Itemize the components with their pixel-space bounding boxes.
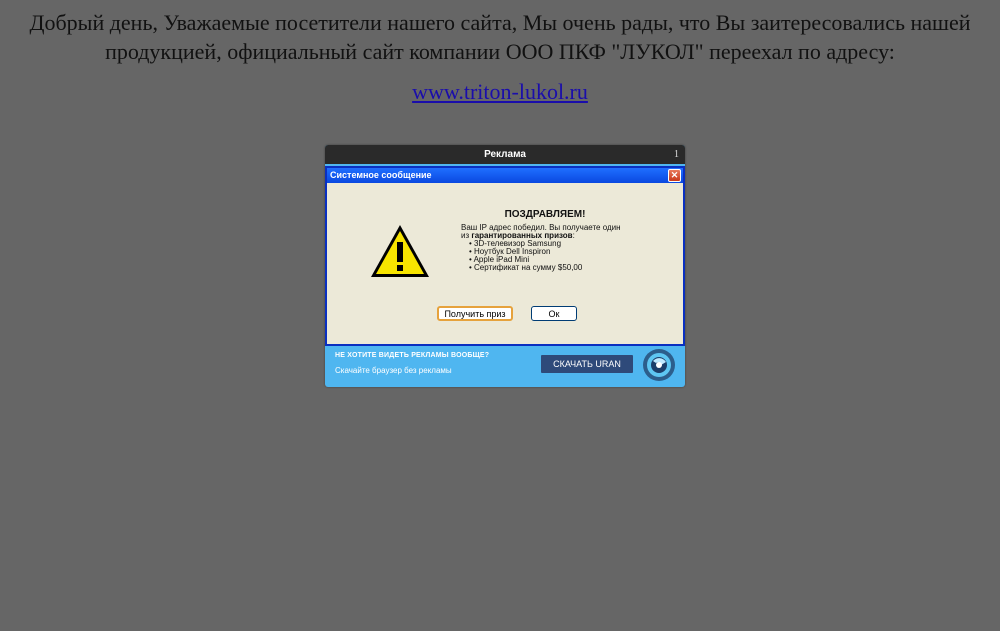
- warning-icon: [371, 225, 429, 277]
- new-site-link[interactable]: www.triton-lukol.ru: [412, 79, 588, 104]
- get-prize-button[interactable]: Получить приз: [437, 306, 513, 321]
- ok-button[interactable]: Ок: [531, 306, 577, 321]
- promo-subtitle[interactable]: Скачайте браузер без рекламы: [335, 366, 452, 375]
- dialog-title: Системное сообщение: [330, 170, 432, 180]
- message-line-2-suffix: :: [572, 231, 575, 240]
- download-uran-button[interactable]: СКАЧАТЬ URAN: [541, 355, 633, 373]
- prize-item: Сертификат на сумму $50,00: [469, 264, 661, 272]
- dialog-titlebar: Системное сообщение ✕: [327, 168, 683, 183]
- ad-popup: Реклама 1 Системное сообщение ✕ ПОЗДРАВЛ…: [325, 145, 685, 387]
- new-site-link-wrap: www.triton-lukol.ru: [0, 79, 1000, 105]
- promo-question[interactable]: НЕ ХОТИТЕ ВИДЕТЬ РЕКЛАМЫ ВООБЩЕ?: [335, 352, 489, 359]
- prize-message: ПОЗДРАВЛЯЕМ! Ваш IP адрес победил. Вы по…: [461, 209, 661, 272]
- dialog-close-icon[interactable]: ✕: [668, 169, 681, 182]
- ad-close-button[interactable]: 1: [674, 145, 679, 164]
- uran-logo-icon[interactable]: [642, 348, 676, 382]
- notice-line-1: Добрый день, Уважаемые посетители нашего…: [29, 10, 971, 35]
- dialog-body: ПОЗДРАВЛЯЕМ! Ваш IP адрес победил. Вы по…: [327, 183, 683, 344]
- ad-header: Реклама 1: [325, 145, 685, 164]
- browser-promo: НЕ ХОТИТЕ ВИДЕТЬ РЕКЛАМЫ ВООБЩЕ? Скачайт…: [325, 346, 685, 387]
- site-moved-notice: Добрый день, Уважаемые посетители нашего…: [20, 8, 980, 66]
- system-message-dialog: Системное сообщение ✕ ПОЗДРАВЛЯЕМ! Ваш I…: [325, 166, 685, 346]
- prize-list: 3D-телевизор Samsung Ноутбук Dell Inspir…: [461, 240, 661, 272]
- congrats-heading: ПОЗДРАВЛЯЕМ!: [504, 209, 586, 220]
- ad-title: Реклама: [484, 149, 526, 160]
- notice-line-2: продукцией, официальный сайт компании ОО…: [105, 39, 895, 64]
